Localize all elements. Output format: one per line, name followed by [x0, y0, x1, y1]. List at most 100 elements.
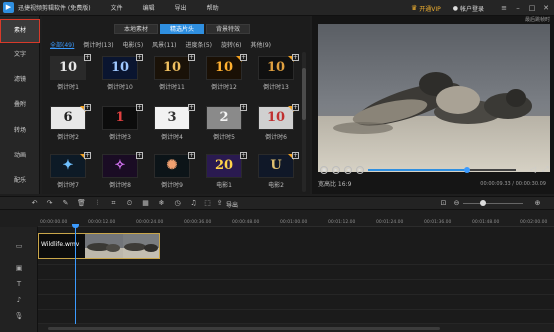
- material-tile[interactable]: 2 + 倒计时5: [206, 104, 247, 141]
- add-icon[interactable]: +: [188, 54, 195, 61]
- prev-frame-icon[interactable]: ◀: [344, 166, 352, 174]
- export-button[interactable]: 导出: [226, 200, 238, 209]
- material-tile[interactable]: 1 + 倒计时3: [102, 104, 143, 141]
- nav-text[interactable]: 文字: [0, 43, 40, 67]
- stop-icon[interactable]: ■: [320, 166, 328, 174]
- material-tile[interactable]: U + 电影2: [258, 152, 299, 189]
- material-tile[interactable]: ✦ + 倒计时7: [50, 152, 91, 189]
- menu-export[interactable]: 导出: [175, 3, 187, 12]
- material-scrollbar[interactable]: [302, 52, 306, 192]
- nav-filter[interactable]: 滤镜: [0, 68, 40, 92]
- filter-rotate[interactable]: 旋转(6): [221, 40, 242, 49]
- material-tile[interactable]: 3 + 倒计时4: [154, 104, 195, 141]
- music-track[interactable]: [38, 295, 554, 310]
- split-icon[interactable]: ⫶: [93, 199, 102, 208]
- filter-other[interactable]: 其他(9): [250, 40, 271, 49]
- timeline-ruler[interactable]: 00:00:00.00 00:00:12.00 00:00:24.00 00:0…: [38, 211, 554, 227]
- add-icon[interactable]: +: [136, 54, 143, 61]
- material-tile[interactable]: 10 + 倒计时10: [102, 54, 143, 91]
- add-icon[interactable]: +: [136, 152, 143, 159]
- music-track-icon[interactable]: ♪: [14, 295, 24, 305]
- menu-help[interactable]: 帮助: [207, 3, 219, 12]
- tab-background-effects[interactable]: 背景特效: [206, 24, 250, 34]
- filter-progress-bar[interactable]: 进度条(5): [185, 40, 212, 49]
- voice-track-icon[interactable]: 🎙: [14, 311, 24, 321]
- menu-file[interactable]: 文件: [111, 3, 123, 12]
- material-tile[interactable]: 20 + 电影1: [206, 152, 247, 189]
- close-icon[interactable]: ✕: [542, 4, 550, 12]
- material-tile[interactable]: 10 + 倒计时6: [258, 104, 299, 141]
- music-icon[interactable]: ♫: [189, 199, 198, 208]
- minimize-icon[interactable]: –: [514, 4, 522, 12]
- timeline-scrollbar-thumb[interactable]: [48, 327, 440, 330]
- nav-music[interactable]: 配乐: [0, 169, 40, 193]
- video-track-icon[interactable]: ▭: [14, 241, 24, 251]
- export-icon[interactable]: ⇪: [215, 199, 224, 208]
- undo-icon[interactable]: ↶: [30, 199, 39, 208]
- nav-material[interactable]: 素材: [0, 19, 40, 43]
- edit-icon[interactable]: ✎: [61, 199, 70, 208]
- overlay-track-icon[interactable]: ▣: [14, 263, 24, 273]
- material-tile[interactable]: 10 + 倒计时11: [154, 54, 195, 91]
- add-icon[interactable]: +: [292, 152, 299, 159]
- material-tile[interactable]: ✧ + 倒计时8: [102, 152, 143, 189]
- fit-icon[interactable]: ⊡: [439, 199, 448, 208]
- material-tile[interactable]: 10 + 倒计时1: [50, 54, 91, 91]
- add-icon[interactable]: +: [292, 54, 299, 61]
- aspect-ratio-label[interactable]: 宽高比 16:9: [318, 179, 351, 188]
- video-clip[interactable]: Wildlife.wmv: [38, 233, 160, 259]
- zoom-in-icon[interactable]: ⊕: [533, 199, 542, 208]
- progress-knob[interactable]: [464, 167, 471, 173]
- maximize-icon[interactable]: □: [528, 4, 536, 12]
- material-tile[interactable]: 10 + 倒计时12: [206, 54, 247, 91]
- filter-movie[interactable]: 电影(5): [123, 40, 144, 49]
- zoom-slider-knob[interactable]: [480, 200, 486, 206]
- filter-all[interactable]: 全部(49): [50, 40, 74, 49]
- material-tile[interactable]: ✺ + 倒计时9: [154, 152, 195, 189]
- material-tile[interactable]: 6 + 倒计时2: [50, 104, 91, 141]
- crop-icon[interactable]: ⌗: [109, 199, 118, 208]
- filter-countdown[interactable]: 倒计时(13): [83, 40, 113, 49]
- fullscreen-icon[interactable]: ⤢: [542, 165, 548, 175]
- voice-track[interactable]: [38, 310, 554, 324]
- next-frame-icon[interactable]: ▶: [356, 166, 364, 174]
- login-button[interactable]: ● 帐户登录: [453, 4, 484, 13]
- add-icon[interactable]: +: [136, 104, 143, 111]
- scrollbar-thumb[interactable]: [302, 68, 306, 120]
- play-icon[interactable]: ▶: [332, 166, 340, 174]
- redo-icon[interactable]: ↷: [45, 199, 54, 208]
- add-icon[interactable]: +: [84, 152, 91, 159]
- playhead[interactable]: [75, 226, 76, 324]
- nav-overlay[interactable]: 叠附: [0, 93, 40, 117]
- freeze-icon[interactable]: ❄: [157, 199, 166, 208]
- menu-edit[interactable]: 编辑: [143, 3, 155, 12]
- nav-transition[interactable]: 转场: [0, 119, 40, 143]
- add-icon[interactable]: +: [240, 54, 247, 61]
- add-icon[interactable]: +: [188, 152, 195, 159]
- filter-scenery[interactable]: 风景(11): [152, 40, 176, 49]
- tab-featured-intro[interactable]: 精选片头: [160, 24, 204, 34]
- video-track[interactable]: Wildlife.wmv: [38, 227, 554, 265]
- add-icon[interactable]: +: [84, 54, 91, 61]
- vip-button[interactable]: ♛ 开通VIP: [411, 4, 441, 13]
- add-icon[interactable]: +: [240, 104, 247, 111]
- overlay-track[interactable]: [38, 265, 554, 280]
- zoom-out-icon[interactable]: ⊖: [452, 199, 461, 208]
- text-track[interactable]: [38, 280, 554, 295]
- delete-icon[interactable]: 🗑: [77, 199, 86, 208]
- volume-icon[interactable]: ◁: [530, 165, 536, 174]
- mosaic-icon[interactable]: ▦: [141, 199, 150, 208]
- add-icon[interactable]: +: [84, 104, 91, 111]
- nav-animation[interactable]: 动画: [0, 144, 40, 168]
- speed-icon[interactable]: ⏲: [125, 199, 134, 208]
- zoom-slider[interactable]: [463, 203, 523, 204]
- timer-icon[interactable]: ◷: [173, 199, 182, 208]
- timeline-scrollbar[interactable]: [38, 324, 554, 332]
- add-icon[interactable]: +: [188, 104, 195, 111]
- record-icon[interactable]: ⬚: [203, 199, 212, 208]
- material-tile[interactable]: 10 + 倒计时13: [258, 54, 299, 91]
- add-icon[interactable]: +: [292, 104, 299, 111]
- playback-progress[interactable]: [368, 167, 516, 173]
- text-track-icon[interactable]: T: [14, 279, 24, 289]
- add-icon[interactable]: +: [240, 152, 247, 159]
